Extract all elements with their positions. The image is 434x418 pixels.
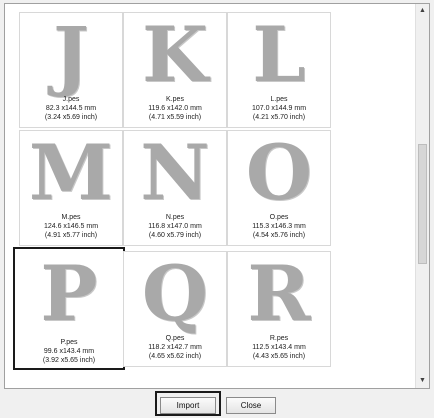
thumbnail-tile-o[interactable]: O O.pes 115.3 x146.3 mm (4.54 x5.76 inch…	[227, 130, 331, 246]
letter-p-design: P	[40, 249, 98, 338]
vertical-scrollbar[interactable]: ▲ ▼	[415, 4, 429, 388]
close-button[interactable]: Close	[226, 397, 276, 414]
letter-r-design: R	[247, 249, 311, 338]
thumbnail-tile-j[interactable]: J J.pes 82.3 x144.5 mm (3.24 x5.69 inch)	[19, 12, 123, 128]
file-size-mm: 119.6 x142.0 mm	[148, 105, 202, 112]
letter-o-design: O	[245, 128, 313, 217]
file-size-mm: 124.6 x146.5 mm	[43, 223, 99, 230]
thumbnail-tile-n[interactable]: N N.pes 116.8 x147.0 mm (4.60 x5.79 inch…	[123, 130, 227, 246]
scroll-up-arrow-icon[interactable]: ▲	[416, 4, 429, 18]
file-name: J.pes	[62, 96, 80, 103]
file-name: L.pes	[270, 96, 288, 103]
file-size-inch: (3.24 x5.69 inch)	[44, 114, 98, 121]
file-name: M.pes	[61, 214, 81, 221]
thumbnail-tile-r[interactable]: R R.pes 112.5 x143.4 mm (4.43 x5.65 inch…	[227, 251, 331, 367]
scroll-down-arrow-icon[interactable]: ▼	[416, 374, 429, 388]
letter-q-design: Q	[141, 249, 209, 338]
file-name: P.pes	[60, 339, 78, 346]
file-size-inch: (4.43 x5.65 inch)	[252, 353, 306, 360]
file-size-inch: (4.71 x5.59 inch)	[148, 114, 202, 121]
file-size-mm: 115.3 x146.3 mm	[252, 223, 306, 230]
file-name: Q.pes	[165, 335, 185, 342]
thumbnail-tile-p-selected[interactable]: P P.pes 99.6 x143.4 mm (3.92 x5.65 inch)	[13, 247, 125, 370]
file-size-inch: (4.65 x5.62 inch)	[148, 353, 202, 360]
file-name: R.pes	[269, 335, 289, 342]
file-name: N.pes	[165, 214, 185, 221]
thumbnail-tile-k[interactable]: K K.pes 119.6 x142.0 mm (4.71 x5.59 inch…	[123, 12, 227, 128]
thumbnail-tile-m[interactable]: M M.pes 124.6 x146.5 mm (4.91 x5.77 inch…	[19, 130, 123, 246]
file-size-inch: (3.92 x5.65 inch)	[42, 357, 96, 364]
thumbnail-tile-l[interactable]: L L.pes 107.0 x144.9 mm (4.21 x5.70 inch…	[227, 12, 331, 128]
file-size-mm: 118.2 x142.7 mm	[148, 344, 202, 351]
letter-n-design: N	[140, 128, 210, 217]
letter-k-design: K	[141, 10, 209, 99]
letter-j-design: J	[53, 10, 89, 99]
file-size-mm: 107.0 x144.9 mm	[251, 105, 307, 112]
letter-m-design: M	[28, 128, 114, 217]
file-size-mm: 99.6 x143.4 mm	[43, 348, 95, 355]
letter-l-design: L	[252, 10, 306, 99]
thumbnail-grid: J J.pes 82.3 x144.5 mm (3.24 x5.69 inch)…	[5, 4, 417, 388]
file-size-inch: (4.21 x5.70 inch)	[252, 114, 306, 121]
thumbnail-tile-q[interactable]: Q Q.pes 118.2 x142.7 mm (4.65 x5.62 inch…	[123, 251, 227, 367]
file-thumbnail-list[interactable]: J J.pes 82.3 x144.5 mm (3.24 x5.69 inch)…	[4, 3, 430, 389]
scrollbar-thumb[interactable]	[418, 144, 427, 264]
file-size-mm: 116.8 x147.0 mm	[148, 223, 202, 230]
file-name: K.pes	[166, 96, 184, 103]
file-name: O.pes	[269, 214, 289, 221]
file-size-inch: (4.91 x5.77 inch)	[44, 232, 98, 239]
file-size-mm: 112.5 x143.4 mm	[252, 344, 306, 351]
file-size-inch: (4.60 x5.79 inch)	[148, 232, 202, 239]
file-size-inch: (4.54 x5.76 inch)	[252, 232, 306, 239]
file-size-mm: 82.3 x144.5 mm	[45, 105, 97, 112]
import-button[interactable]: Import	[160, 397, 216, 414]
